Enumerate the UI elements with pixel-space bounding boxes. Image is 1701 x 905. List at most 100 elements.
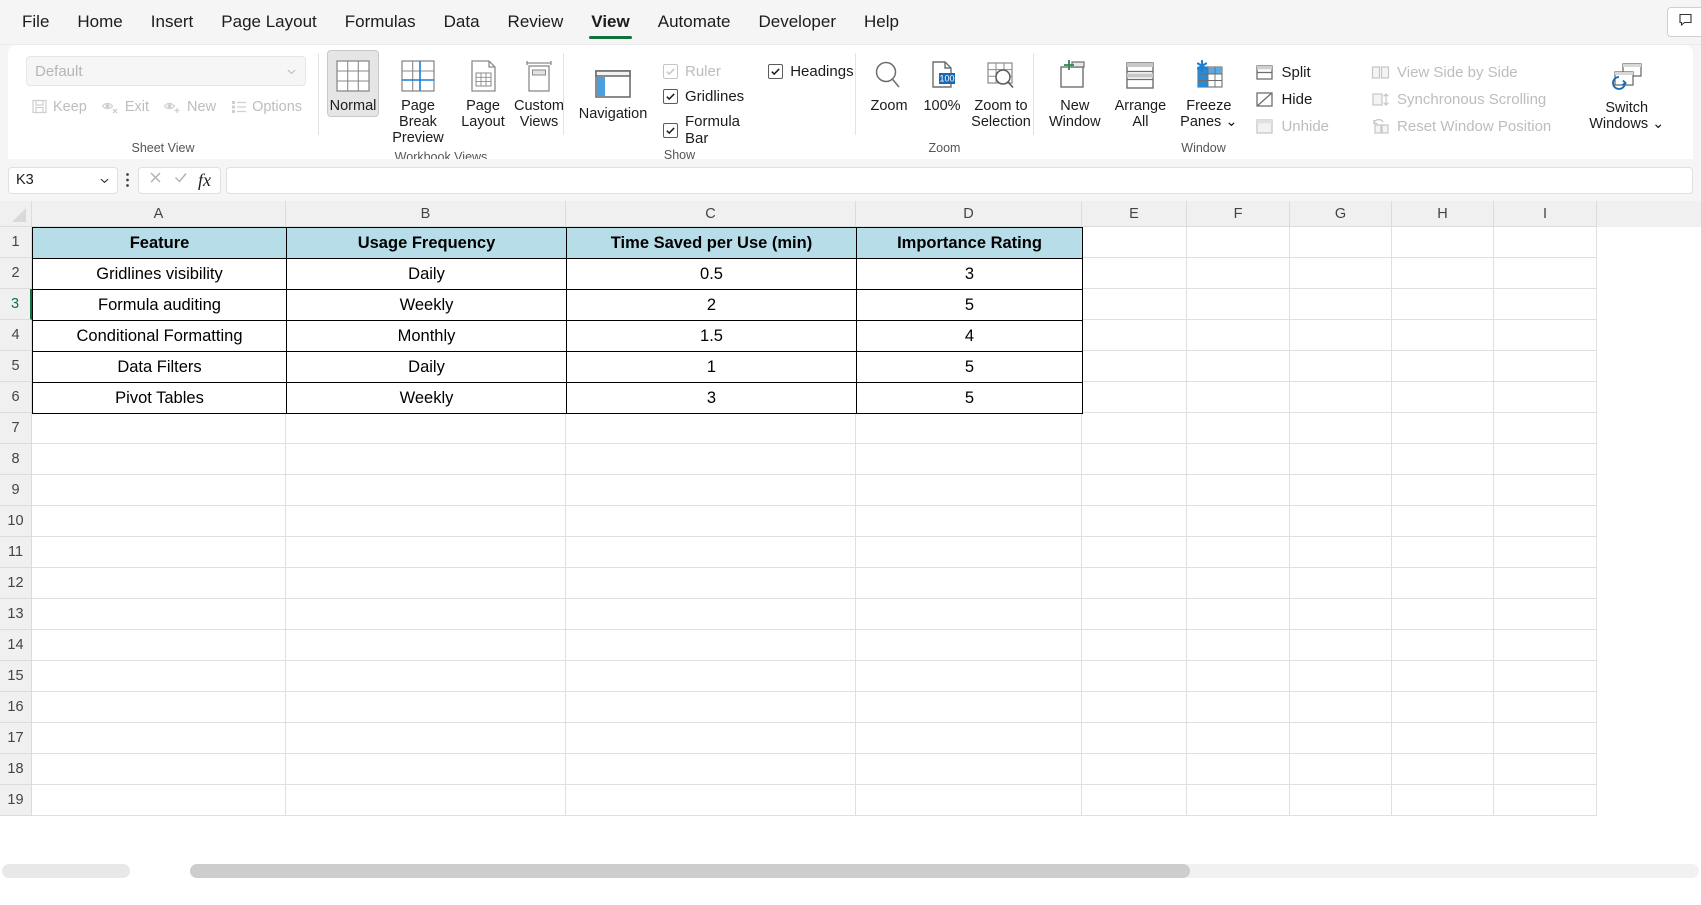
grid-cell[interactable] [286,568,566,599]
column-header-E[interactable]: E [1082,201,1187,227]
grid-cell[interactable] [1392,413,1494,444]
grid-cell[interactable] [1494,258,1597,289]
row-header-5[interactable]: 5 [0,351,32,382]
grid-cell[interactable] [32,630,286,661]
grid-cell[interactable] [856,630,1082,661]
grid-cell[interactable] [1290,413,1392,444]
grid-cell[interactable] [286,475,566,506]
table-header-cell[interactable]: Time Saved per Use (min) [566,227,857,259]
table-header-cell[interactable]: Usage Frequency [286,227,567,259]
grid-cell[interactable] [1392,475,1494,506]
ribbon-tab-file[interactable]: File [8,0,63,44]
row-header-4[interactable]: 4 [0,320,32,351]
grid-cell[interactable] [286,444,566,475]
grid-cell[interactable] [1187,723,1290,754]
grid-cell[interactable] [856,568,1082,599]
grid-cell[interactable] [566,630,856,661]
grid-cell[interactable] [1494,444,1597,475]
grid-cell[interactable] [566,568,856,599]
grid-cell[interactable] [1494,630,1597,661]
grid-cell[interactable] [286,785,566,816]
insert-function-fx-icon[interactable]: fx [198,170,211,191]
grid-cell[interactable] [566,785,856,816]
grid-cell[interactable] [32,599,286,630]
grid-cell[interactable] [1392,723,1494,754]
grid-cell[interactable] [1494,351,1597,382]
row-header-19[interactable]: 19 [0,785,32,816]
grid-cell[interactable] [1494,568,1597,599]
grid-cell[interactable] [1290,754,1392,785]
row-header-3[interactable]: 3 [0,289,32,320]
row-header-10[interactable]: 10 [0,506,32,537]
table-data-cell[interactable]: 4 [856,320,1083,352]
grid-cell[interactable] [1392,444,1494,475]
grid-cell[interactable] [1494,475,1597,506]
grid-cell[interactable] [1082,630,1187,661]
zoom-100-button[interactable]: 100 100% [916,50,968,117]
sheet-tab-strip[interactable] [2,864,130,878]
grid-cell[interactable] [1082,289,1187,320]
grid-cell[interactable] [32,692,286,723]
grid-cell[interactable] [1290,630,1392,661]
grid-cell[interactable] [566,475,856,506]
grid-cell[interactable] [1082,723,1187,754]
grid-cell[interactable] [1290,289,1392,320]
grid-cell[interactable] [856,413,1082,444]
grid-cell[interactable] [566,506,856,537]
table-header-cell[interactable]: Importance Rating [856,227,1083,259]
grid-cell[interactable] [1187,258,1290,289]
grid-cell[interactable] [286,413,566,444]
grid-cell[interactable] [856,537,1082,568]
grid-cell[interactable] [1392,382,1494,413]
grid-cell[interactable] [1082,785,1187,816]
grid-cell[interactable] [1082,227,1187,258]
grid-cell[interactable] [1187,227,1290,258]
cancel-x-icon[interactable] [148,170,163,190]
grid-cell[interactable] [1082,258,1187,289]
new-window-button[interactable]: New Window [1042,50,1108,133]
grid-cell[interactable] [1290,475,1392,506]
freeze-panes-button[interactable]: Freeze Panes ⌄ [1173,50,1244,133]
grid-cell[interactable] [286,754,566,785]
ribbon-tab-developer[interactable]: Developer [745,0,851,44]
grid-cell[interactable] [1290,320,1392,351]
grid-cell[interactable] [1392,785,1494,816]
grid-cell[interactable] [1494,289,1597,320]
row-header-9[interactable]: 9 [0,475,32,506]
grid-cell[interactable] [1187,568,1290,599]
grid-cell[interactable] [1494,785,1597,816]
column-header-I[interactable]: I [1494,201,1597,227]
grid-cell[interactable] [1392,692,1494,723]
row-header-7[interactable]: 7 [0,413,32,444]
row-header-15[interactable]: 15 [0,661,32,692]
row-header-8[interactable]: 8 [0,444,32,475]
split-button[interactable]: Split [1252,60,1335,84]
column-header-G[interactable]: G [1290,201,1392,227]
grid-cell[interactable] [1187,506,1290,537]
grid-cell[interactable] [1082,692,1187,723]
row-header-16[interactable]: 16 [0,692,32,723]
ribbon-tab-page-layout[interactable]: Page Layout [207,0,330,44]
select-all-corner[interactable] [0,201,32,227]
ribbon-tab-view[interactable]: View [577,0,643,44]
grid-cell[interactable] [566,692,856,723]
grid-cell[interactable] [1494,599,1597,630]
grid-cell[interactable] [1187,289,1290,320]
grid-cell[interactable] [1187,599,1290,630]
grid-cell[interactable] [1290,785,1392,816]
table-data-cell[interactable]: 3 [856,258,1083,290]
grid-cell[interactable] [1290,723,1392,754]
table-data-cell[interactable]: 3 [566,382,857,414]
grid-cell[interactable] [1290,382,1392,413]
name-box[interactable]: K3 [8,166,118,194]
ribbon-tab-insert[interactable]: Insert [137,0,208,44]
formula-bar-more-icon[interactable] [118,171,136,189]
grid-cell[interactable] [1392,320,1494,351]
grid-cell[interactable] [1187,413,1290,444]
grid-cell[interactable] [1392,568,1494,599]
row-header-1[interactable]: 1 [0,227,32,258]
grid-cell[interactable] [1494,227,1597,258]
grid-cell[interactable] [32,661,286,692]
grid-cell[interactable] [1494,382,1597,413]
grid-cell[interactable] [1187,320,1290,351]
